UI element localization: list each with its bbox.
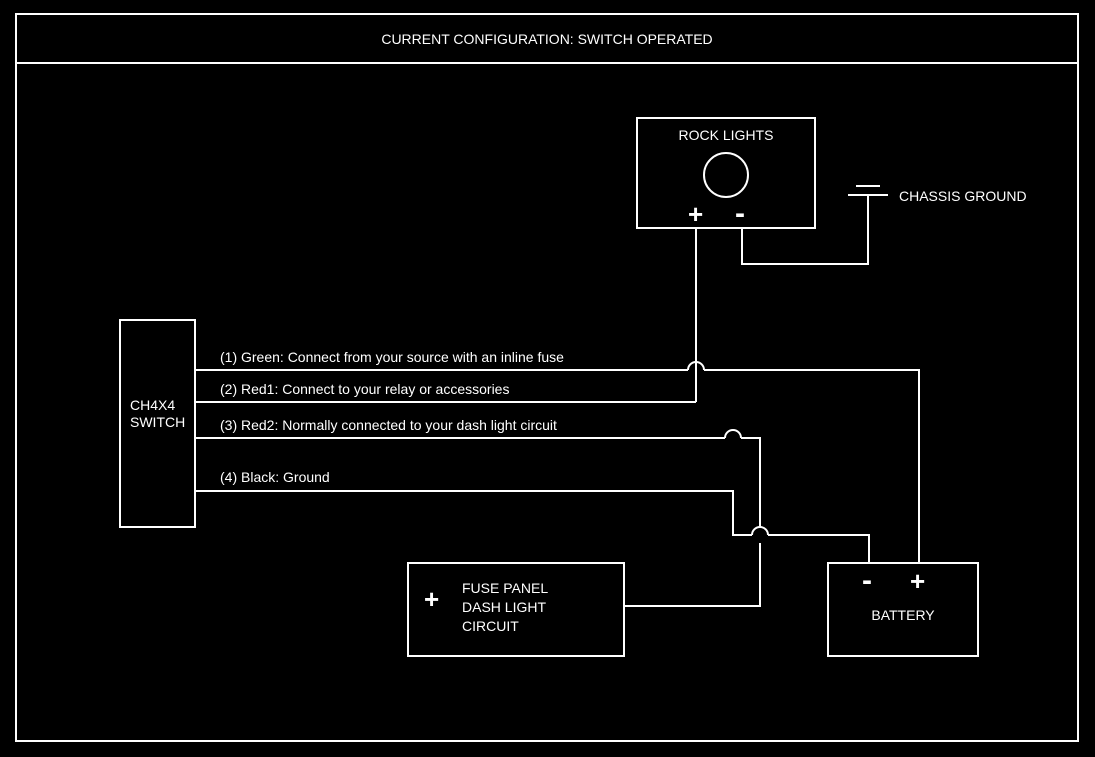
rock-lights-minus: - <box>735 197 745 230</box>
battery-plus: + <box>910 566 925 596</box>
switch-label-2: SWITCH <box>130 414 185 430</box>
rock-lights-label: ROCK LIGHTS <box>679 127 774 143</box>
switch-label-1: CH4X4 <box>130 397 175 413</box>
fuse-panel-plus: + <box>424 584 439 614</box>
diagram-title: CURRENT CONFIGURATION: SWITCH OPERATED <box>381 31 712 47</box>
fuse-panel-line3: CIRCUIT <box>462 618 519 634</box>
rock-lights-lamp-icon <box>704 153 748 197</box>
wire-3-seg-b <box>624 438 760 606</box>
wire-rocklights-to-ground <box>742 195 868 264</box>
wire-2-label: (2) Red1: Connect to your relay or acces… <box>220 381 509 397</box>
wiring-diagram: CURRENT CONFIGURATION: SWITCH OPERATED C… <box>0 0 1095 757</box>
fuse-panel-line2: DASH LIGHT <box>462 599 546 615</box>
wire-3-label: (3) Red2: Normally connected to your das… <box>220 417 557 433</box>
chassis-ground-label: CHASSIS GROUND <box>899 188 1027 204</box>
fuse-panel-line1: FUSE PANEL <box>462 580 548 596</box>
rock-lights-plus: + <box>688 199 703 229</box>
wire-4-label: (4) Black: Ground <box>220 469 330 485</box>
battery-label: BATTERY <box>871 607 935 623</box>
wire-3-hop <box>725 430 741 438</box>
battery-minus: - <box>862 564 872 597</box>
wire-1-label: (1) Green: Connect from your source with… <box>220 349 564 365</box>
